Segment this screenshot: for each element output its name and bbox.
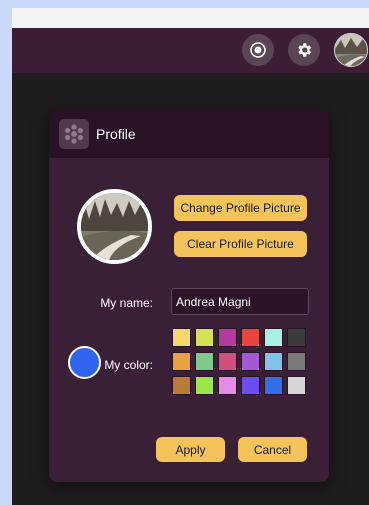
clear-profile-picture-button[interactable]: Clear Profile Picture [174, 231, 307, 257]
profile-picture [77, 189, 152, 264]
cancel-button[interactable]: Cancel [238, 437, 307, 462]
color-swatch[interactable] [241, 376, 260, 395]
avatar-photo [335, 34, 367, 66]
color-swatch[interactable] [264, 376, 283, 395]
name-label: My name: [100, 296, 153, 310]
color-swatch[interactable] [264, 352, 283, 371]
color-label: My color: [104, 358, 153, 372]
profile-photo [81, 193, 148, 260]
browser-bar [12, 8, 369, 28]
dialog-header: Profile [49, 110, 329, 158]
color-swatch[interactable] [172, 352, 191, 371]
color-swatch[interactable] [264, 328, 283, 347]
gear-icon [298, 43, 312, 57]
settings-button[interactable] [288, 34, 320, 66]
color-palette [172, 328, 308, 395]
color-swatch[interactable] [218, 328, 237, 347]
color-swatch[interactable] [195, 352, 214, 371]
record-icon [250, 42, 266, 58]
change-profile-picture-button[interactable]: Change Profile Picture [174, 195, 307, 221]
color-swatch[interactable] [241, 328, 260, 347]
color-swatch[interactable] [172, 328, 191, 347]
profile-dialog: Profile Change Profile Picture Clear Pro… [49, 110, 329, 482]
dialog-title: Profile [96, 126, 136, 142]
color-swatch[interactable] [218, 352, 237, 371]
color-swatch[interactable] [218, 376, 237, 395]
app-window: Profile Change Profile Picture Clear Pro… [12, 28, 369, 505]
color-swatch[interactable] [287, 376, 306, 395]
color-swatch[interactable] [195, 328, 214, 347]
record-button[interactable] [242, 34, 274, 66]
color-swatch[interactable] [172, 376, 191, 395]
apply-button[interactable]: Apply [156, 437, 225, 462]
color-swatch[interactable] [287, 328, 306, 347]
color-swatch[interactable] [287, 352, 306, 371]
color-swatch[interactable] [195, 376, 214, 395]
color-swatch[interactable] [241, 352, 260, 371]
user-avatar[interactable] [334, 33, 368, 67]
app-logo-icon [59, 119, 89, 149]
name-input[interactable] [171, 288, 309, 315]
top-bar [12, 28, 369, 73]
